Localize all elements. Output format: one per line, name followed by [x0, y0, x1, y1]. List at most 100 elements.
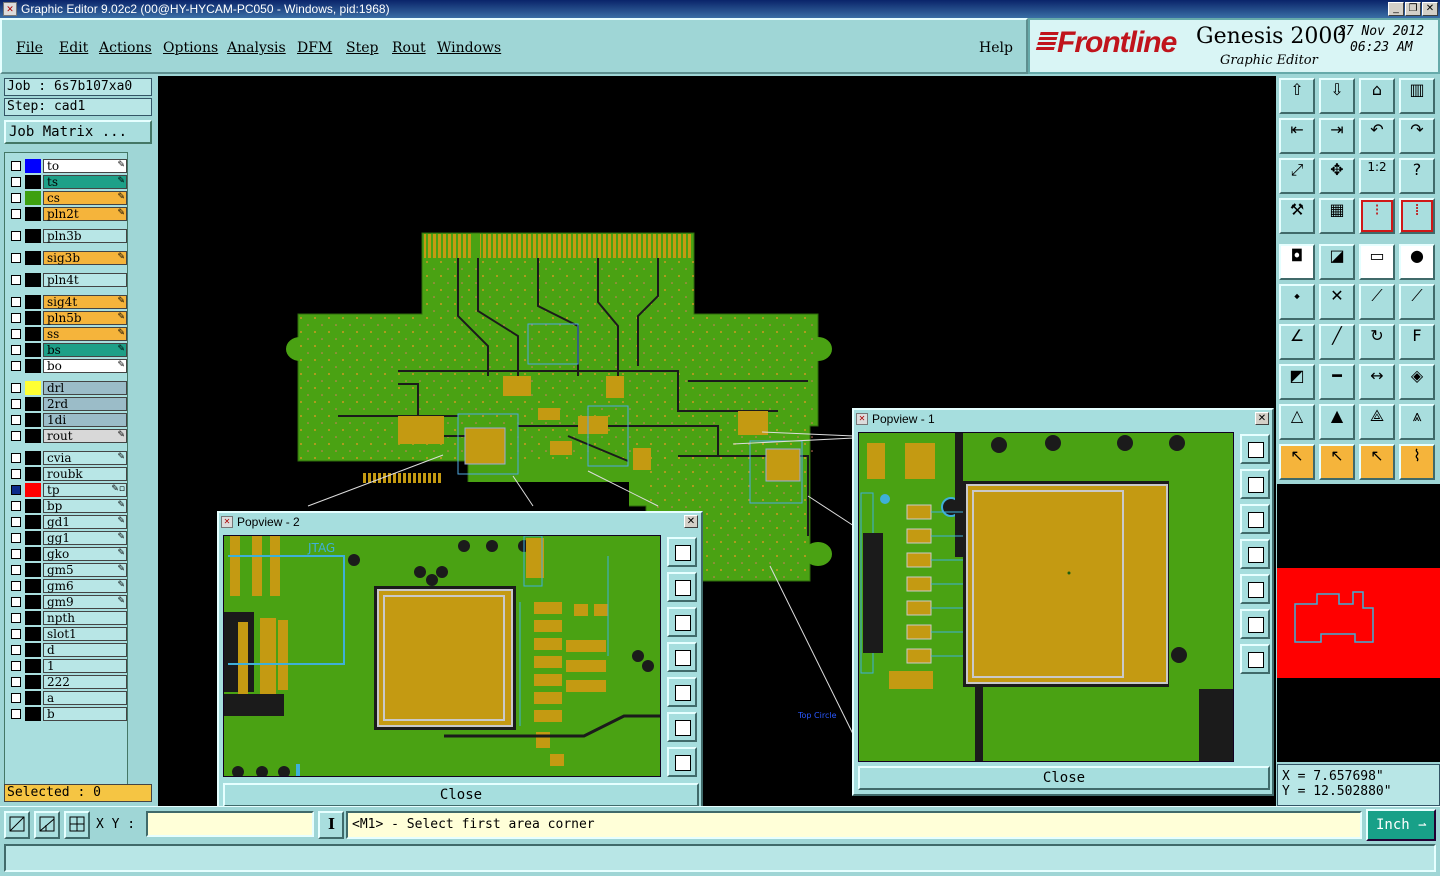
layer-row-bs[interactable]: bs ✎: [9, 343, 127, 357]
menu-windows[interactable]: Windows: [437, 40, 501, 56]
layer-checkbox[interactable]: [11, 581, 21, 591]
layer-name[interactable]: bs: [43, 343, 127, 357]
layer-name[interactable]: sig4t: [43, 295, 127, 309]
layer-name[interactable]: npth: [43, 611, 127, 625]
popview-1-tool-left-icon[interactable]: [1240, 539, 1270, 569]
undo-button[interactable]: ↶: [1359, 118, 1395, 154]
layer-color-swatch[interactable]: [25, 691, 41, 705]
menu-dfm[interactable]: DFM: [297, 40, 332, 56]
layer-color-swatch[interactable]: [25, 397, 41, 411]
popview-1-tool-fit-icon[interactable]: [1240, 434, 1270, 464]
layer-row-sig3b[interactable]: sig3b ✎: [9, 251, 127, 265]
layer-color-swatch[interactable]: [25, 251, 41, 265]
layer-row-rout[interactable]: rout ✎: [9, 429, 127, 443]
layer-name[interactable]: sig3b: [43, 251, 127, 265]
popview-2-tool-up-icon[interactable]: [667, 572, 697, 602]
minimize-button[interactable]: _: [1388, 2, 1404, 16]
layer-color-swatch[interactable]: [25, 483, 41, 497]
menu-analysis[interactable]: Analysis: [227, 40, 286, 56]
popview-1-tool-right-icon[interactable]: [1240, 574, 1270, 604]
layer-name[interactable]: rout: [43, 429, 127, 443]
layer-row-roubk[interactable]: roubk: [9, 467, 127, 481]
layer-color-swatch[interactable]: [25, 467, 41, 481]
layer-checkbox[interactable]: [11, 275, 21, 285]
layer-color-swatch[interactable]: [25, 627, 41, 641]
layer-color-swatch[interactable]: [25, 579, 41, 593]
triangle-3-button[interactable]: ⟁: [1359, 404, 1395, 440]
dot-select-button[interactable]: ●: [1399, 244, 1435, 280]
text-f-button[interactable]: F: [1399, 324, 1435, 360]
popview-2-close-button[interactable]: Close: [223, 783, 699, 807]
pan-left-button[interactable]: ⇤: [1279, 118, 1315, 154]
layer-name[interactable]: 222: [43, 675, 127, 689]
layer-row-2rd[interactable]: 2rd: [9, 397, 127, 411]
layer-checkbox[interactable]: [11, 597, 21, 607]
menu-help[interactable]: Help: [979, 40, 1013, 56]
close-window-button[interactable]: ✕: [1422, 2, 1438, 16]
slash-button[interactable]: ╱: [1319, 324, 1355, 360]
layer-checkbox[interactable]: [11, 177, 21, 187]
layer-name[interactable]: drl: [43, 381, 127, 395]
popview-2-viewport[interactable]: JTAG: [223, 535, 661, 777]
layer-color-swatch[interactable]: [25, 381, 41, 395]
layer-checkbox[interactable]: [11, 565, 21, 575]
layer-checkbox[interactable]: [11, 253, 21, 263]
layer-checkbox[interactable]: [11, 549, 21, 559]
scale-1-2-button[interactable]: 1:2: [1359, 158, 1395, 194]
layer-row-pln3b[interactable]: pln3b: [9, 229, 127, 243]
snap-mode-icon[interactable]: [4, 811, 30, 839]
select-arrow-button[interactable]: ↖: [1279, 444, 1315, 480]
layer-row-cs[interactable]: cs ✎: [9, 191, 127, 205]
dimension-button[interactable]: ↔: [1359, 364, 1395, 400]
popview-1-tool-zoom-out-icon[interactable]: [1240, 644, 1270, 674]
layer-color-swatch[interactable]: [25, 563, 41, 577]
triangle-4-button[interactable]: ⩓: [1399, 404, 1435, 440]
save-button[interactable]: ⇩: [1319, 78, 1355, 114]
menu-file[interactable]: File: [16, 40, 43, 56]
layer-color-swatch[interactable]: [25, 531, 41, 545]
minus-button[interactable]: ━: [1319, 364, 1355, 400]
layer-color-swatch[interactable]: [25, 327, 41, 341]
layer-name[interactable]: cs: [43, 191, 127, 205]
units-button[interactable]: Inch ⇀: [1366, 809, 1436, 841]
layer-row-b[interactable]: b: [9, 707, 127, 721]
layer-name[interactable]: ts: [43, 175, 127, 189]
popview-2-tool-down-icon[interactable]: [667, 607, 697, 637]
menu-edit[interactable]: Edit: [59, 40, 88, 56]
connect-pads-button[interactable]: ⬩: [1279, 284, 1315, 320]
layer-row-gm5[interactable]: gm5 ✎: [9, 563, 127, 577]
layer-row-sig4t[interactable]: sig4t ✎: [9, 295, 127, 309]
layer-row-a[interactable]: a: [9, 691, 127, 705]
layer-checkbox[interactable]: [11, 383, 21, 393]
layer-checkbox[interactable]: [11, 613, 21, 623]
line-pads-button[interactable]: ⟋: [1359, 284, 1395, 320]
layer-checkbox[interactable]: [11, 517, 21, 527]
info-icon[interactable]: I: [318, 811, 344, 839]
menu-step[interactable]: Step: [346, 40, 378, 56]
layer-color-swatch[interactable]: [25, 207, 41, 221]
popview-2-tool-zoom-out-icon[interactable]: [667, 747, 697, 777]
select-net-button[interactable]: ⌇: [1399, 444, 1435, 480]
layer-row-d[interactable]: d: [9, 643, 127, 657]
layer-name[interactable]: 1di: [43, 413, 127, 427]
minimap[interactable]: [1277, 568, 1440, 678]
layer-name[interactable]: ss: [43, 327, 127, 341]
menu-options[interactable]: Options: [163, 40, 218, 56]
angle-button[interactable]: ∠: [1279, 324, 1315, 360]
layer-row-drl[interactable]: drl: [9, 381, 127, 395]
layer-color-swatch[interactable]: [25, 343, 41, 357]
layer-row-slot1[interactable]: slot1: [9, 627, 127, 641]
layer-name[interactable]: gko: [43, 547, 127, 561]
layer-color-swatch[interactable]: [25, 159, 41, 173]
window-split-button[interactable]: ▥: [1399, 78, 1435, 114]
redo-button[interactable]: ↷: [1399, 118, 1435, 154]
popview-2-tool-right-icon[interactable]: [667, 677, 697, 707]
layer-name[interactable]: to: [43, 159, 127, 173]
layer-checkbox[interactable]: [11, 469, 21, 479]
popview-1-tool-zoom-in-icon[interactable]: [1240, 609, 1270, 639]
layer-color-swatch[interactable]: [25, 675, 41, 689]
layer-row-to[interactable]: to ✎: [9, 159, 127, 173]
layer-name[interactable]: cvia: [43, 451, 127, 465]
layer-checkbox[interactable]: [11, 345, 21, 355]
layer-checkbox[interactable]: [11, 193, 21, 203]
